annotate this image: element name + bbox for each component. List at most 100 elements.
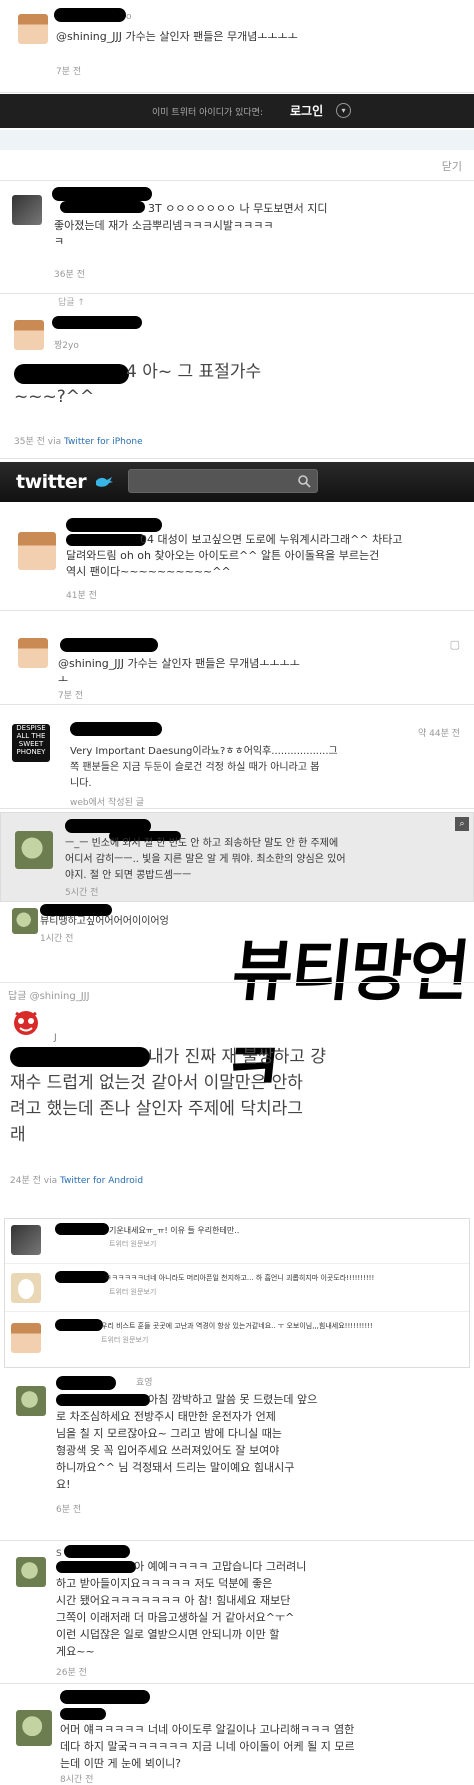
tweet-text-line1: 3T ㅇㅇㅇㅇㅇㅇㅇ 나 무도보면서 지디 — [148, 202, 328, 215]
tweet-text-line1: 4 아~ 그 표절가수 — [126, 362, 262, 382]
tweet-text-line3: 는데 이딴 게 눈에 뵈이니? — [60, 1757, 182, 1770]
tweet-time[interactable]: 8시간 전 — [60, 1772, 93, 1785]
avatar[interactable] — [16, 1557, 46, 1587]
avatar[interactable] — [11, 1225, 41, 1255]
tweet-card: 답글 @shining_JJJ J 내가 진짜 재 불쌍하고 걍 재수 드럽게 … — [0, 982, 474, 1219]
redaction-bar — [54, 8, 126, 22]
tweet-text-line3: 역시 팬이다~~~~~~~~~~^^ — [66, 565, 231, 578]
redaction-bar — [66, 534, 146, 546]
tweet-time[interactable]: 26분 전 — [56, 1665, 87, 1678]
avatar[interactable] — [11, 1273, 41, 1303]
redaction-bar — [60, 201, 145, 213]
tweet-handle[interactable]: 효영 — [136, 1376, 153, 1391]
tweet-text-line1: 아 예예ㅋㅋㅋㅋ 고맙습니다 그러려니 — [134, 1560, 307, 1573]
tweet-time[interactable]: 6분 전 — [56, 1502, 81, 1515]
tweet-text-line2: 재수 드럽게 없는것 같아서 이말만은 안하 — [10, 1073, 303, 1093]
login-bar: 이미 트위터 아이디가 있다면: 로그인 ▾ — [0, 94, 474, 128]
tweet-time[interactable]: 24분 전 — [10, 1176, 41, 1186]
avatar[interactable] — [11, 1323, 41, 1353]
tweet-time[interactable]: 5시간 전 — [65, 885, 98, 898]
tweet-source[interactable]: web에서 작성된 글 — [70, 795, 144, 808]
tweet-text-line2: 달려와드림 oh oh 찾아오는 아이도르^^ 알튼 아이돌욕을 부르는건 — [66, 549, 380, 562]
client-link[interactable]: Twitter for iPhone — [64, 437, 143, 447]
tweet-text: 뷰티땡하고싶어어어어이이어엉 — [40, 916, 169, 927]
avatar[interactable] — [14, 320, 44, 350]
zoom-icon[interactable]: ⌕ — [455, 817, 469, 831]
search-input[interactable] — [128, 469, 318, 493]
tweet-text-line2: 로 차조심하세요 전방주시 태만한 운전자가 언제 — [56, 1410, 276, 1423]
twitter-bird-icon — [95, 473, 113, 487]
tweet-text-line4: 래 — [10, 1125, 26, 1145]
tweet-text-line2: 어디서 감히ㅡㅡ.. 빛을 지른 말은 알 게 뭐야. 최소한의 양심은 있어 — [65, 854, 346, 865]
twitter-header: twitter — [0, 462, 474, 502]
tweet-time[interactable]: 36분 전 — [54, 267, 85, 280]
handle-initial: S — [56, 1549, 62, 1559]
redaction-bar — [56, 1561, 136, 1573]
list-item: 우리 비스트 훈들 곳곳에 고난과 역경이 항상 있는거같네요.. ㅜ 오보이님… — [5, 1315, 469, 1363]
redaction-bar — [60, 1690, 150, 1704]
tweet-text-line1: 내가 진짜 재 불쌍하고 걍 — [148, 1047, 327, 1067]
tweet-time[interactable]: 약 44분 전 — [418, 726, 460, 739]
tweet-text-line6: 게요~~ — [56, 1645, 95, 1658]
tweet-time[interactable]: 35분 전 — [14, 437, 45, 447]
avatar[interactable] — [16, 1710, 52, 1746]
tweet-text-line1: ㅡ_ㅡ 빈소에 와서 절 한 번도 안 하고 죄송하단 말도 안 한 주제에 — [65, 838, 339, 849]
original-link[interactable]: 트위터 원문보기 — [101, 1335, 148, 1345]
redaction-bar — [70, 722, 162, 736]
tweet-card: o @shining_JJJ 가수는 살인자 팬들은 무개념ㅗㅗㅗㅗ 7분 전 — [0, 0, 474, 93]
login-button[interactable]: 로그인 — [290, 102, 323, 119]
twitter-logo[interactable]: twitter — [16, 471, 87, 493]
tweet-text: 기운내세요ㅠ_ㅠ! 이유 들 우리한테만.. — [109, 1226, 240, 1235]
avatar[interactable] — [18, 14, 48, 44]
avatar[interactable] — [12, 908, 38, 934]
tweet-time[interactable]: 7분 전 — [56, 64, 81, 77]
tweet-text: 우리 비스트 훈들 곳곳에 고난과 역경이 항상 있는거같네요.. ㅜ 오보이님… — [101, 1322, 373, 1330]
tweet-time[interactable]: 1시간 전 — [40, 931, 73, 944]
tweet-card: 효영 아침 깜박하고 말씀 못 드렸는데 앞으 로 차조심하세요 전방주시 태만… — [0, 1372, 474, 1541]
avatar[interactable] — [18, 638, 48, 668]
avatar[interactable] — [12, 195, 42, 225]
tweet-text-line5: 이런 시덥잖은 일로 열받으시면 안되니까 이만 할 — [56, 1628, 280, 1641]
client-link[interactable]: Twitter for Android — [60, 1176, 143, 1186]
redaction-bar — [64, 1545, 130, 1558]
tweet-text-line2: 좋아졌는데 재가 소금뿌리넴ㅋㅋㅋ시발ㅋㅋㅋㅋ — [54, 219, 274, 232]
tweet-text-line2: ~~~?^^ — [14, 387, 95, 407]
reply-label[interactable]: 답글 @shining_JJJ — [8, 987, 90, 1002]
redaction-bar — [55, 1319, 103, 1331]
tweet-text-line3: 니다. — [70, 778, 92, 789]
tweet-time[interactable]: 7분 전 — [58, 688, 83, 701]
avatar[interactable] — [18, 532, 56, 570]
tweet-card: ⌕ ㅡ_ㅡ 빈소에 와서 절 한 번도 안 하고 죄송하단 말도 안 한 주제에… — [0, 812, 474, 902]
handle-marker: J — [54, 1033, 57, 1043]
login-prompt: 이미 트위터 아이디가 있다면: — [152, 108, 263, 118]
avatar[interactable] — [15, 831, 53, 869]
comment-icon[interactable]: ▢ — [450, 638, 460, 651]
avatar[interactable]: DESPISE ALL THE SWEET PHONEY — [12, 724, 50, 762]
tweet-text-line1: 04 대성이 보고싶으면 도로에 누워계시라그래^^ 차타고 — [140, 533, 403, 546]
tweet-text-line2: 쪽 팬분들은 지금 두둔이 슬로건 걱정 하실 때가 아니라고 봅 — [70, 762, 320, 773]
close-row: 닫기 — [0, 150, 474, 181]
redaction-bar — [52, 187, 152, 201]
reply-list: 기운내세요ㅠ_ㅠ! 이유 들 우리한테만.. 트위터 원문보기 ㅋㅋㅋㅋㅋㅋ너네… — [4, 1218, 470, 1368]
tweet-text-line1: Very Important Daesung이라뇨?ㅎㅎ어익후.........… — [70, 746, 338, 757]
original-link[interactable]: 트위터 원문보기 — [109, 1287, 156, 1297]
tweet-text-line2: 하고 받아들이지요ㅋㅋㅋㅋㅋ 저도 덕분에 좋은 — [56, 1577, 273, 1590]
close-link[interactable]: 닫기 — [442, 158, 462, 174]
reply-label[interactable]: 답글 ↑ — [58, 295, 85, 308]
via-label: via — [47, 437, 62, 447]
search-icon[interactable] — [297, 473, 311, 492]
tweet-text-line5: 하니까요^^ 님 걱정돼서 드리는 말이예요 힘내시구 — [56, 1461, 295, 1474]
chevron-down-icon[interactable]: ▾ — [336, 103, 351, 118]
list-item: ㅋㅋㅋㅋㅋㅋ너네 아니라도 머리아픈일 천지하고... 하 흡언니 괴롭히지마 … — [5, 1267, 469, 1312]
avatar[interactable] — [16, 1386, 46, 1416]
original-link[interactable]: 트위터 원문보기 — [109, 1239, 156, 1249]
redaction-bar — [66, 518, 162, 532]
tweet-text-line3: 려고 했는데 존나 살인자 주제에 닥치라그 — [10, 1099, 303, 1119]
list-item: 기운내세요ㅠ_ㅠ! 이유 들 우리한테만.. 트위터 원문보기 — [5, 1219, 469, 1264]
tweet-handle[interactable]: 짱2yo — [54, 339, 79, 354]
redaction-bar — [60, 1708, 106, 1720]
redaction-bar — [55, 1223, 109, 1235]
tweet-time[interactable]: 41분 전 — [66, 588, 97, 601]
via-label: via — [43, 1176, 58, 1186]
avatar[interactable] — [10, 1005, 42, 1037]
